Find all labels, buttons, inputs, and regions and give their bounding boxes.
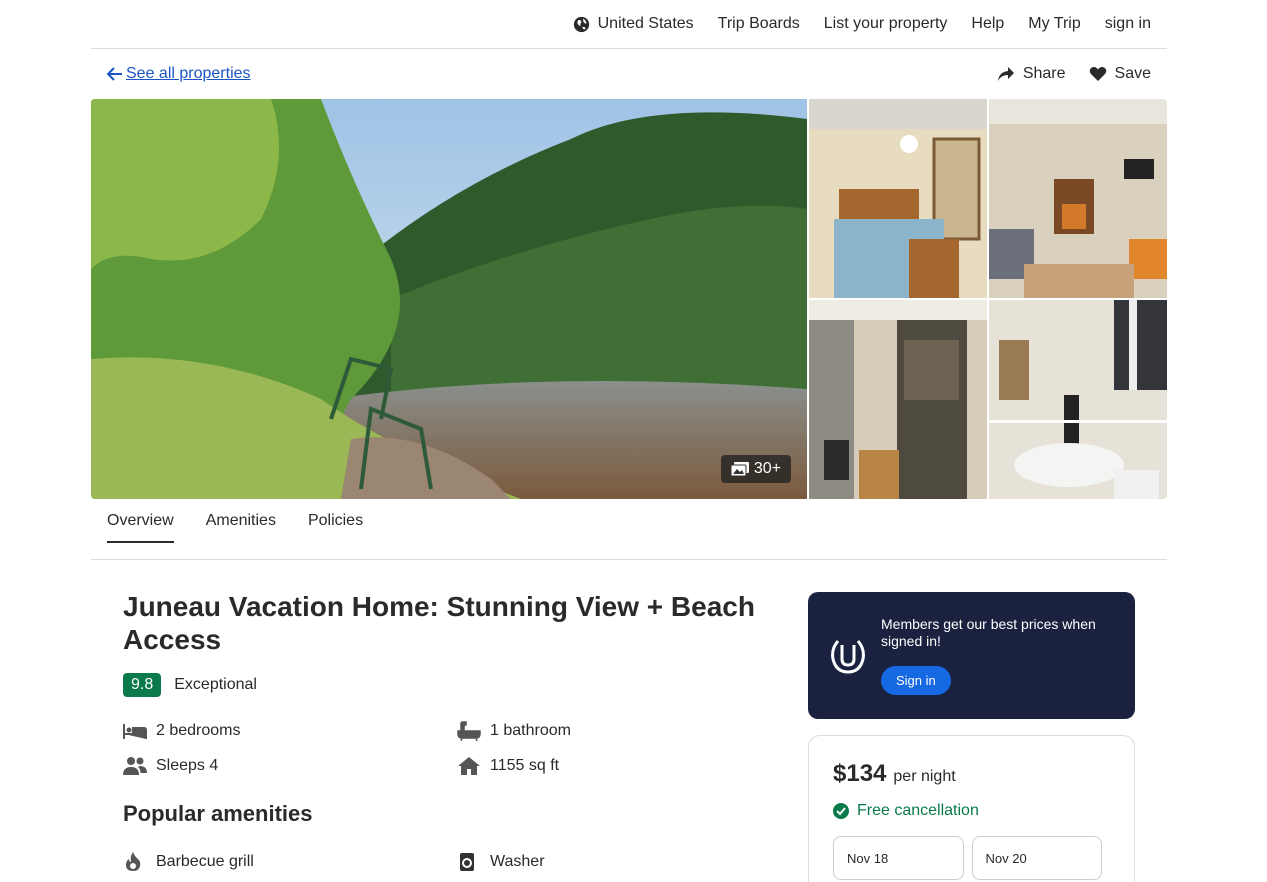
amenity-label: Washer [490, 853, 545, 870]
share-save-actions: Share Save [974, 65, 1151, 83]
region-label: United States [597, 15, 694, 32]
thumbnail-bathroom[interactable] [989, 300, 1167, 499]
promo-sign-in-button[interactable]: Sign in [881, 666, 951, 695]
globe-icon [573, 16, 589, 32]
heart-icon [1089, 67, 1106, 81]
amenity-washer: Washer [457, 851, 757, 873]
thumbnail-kitchen[interactable] [809, 300, 987, 499]
property-facts: 2 bedrooms 1 bathroom Sleeps 4 1155 sq f… [123, 720, 783, 777]
property-title: Juneau Vacation Home: Stunning View + Be… [123, 591, 755, 655]
fact-sleeps: Sleeps 4 [123, 755, 457, 777]
tab-policies[interactable]: Policies [308, 499, 363, 543]
cancellation-label: Free cancellation [857, 802, 979, 819]
main-photo-river[interactable]: 30+ [91, 99, 807, 499]
amenity-barbecue-grill: Barbecue grill [123, 851, 457, 873]
sign-in-link[interactable]: sign in [1105, 15, 1151, 33]
list-property-link[interactable]: List your property [824, 15, 948, 33]
photos-icon [730, 462, 749, 476]
nightly-price: $134 [833, 760, 887, 787]
check-out-date-field[interactable]: Nov 20 [971, 836, 1102, 880]
date-fields: Nov 18 Nov 20 [833, 836, 1110, 880]
top-navigation: United States Trip Boards List your prop… [91, 0, 1167, 49]
share-button[interactable]: Share [997, 65, 1066, 83]
photo-gallery: 30+ [91, 99, 1167, 499]
promo-text: Members get our best prices when signed … [881, 616, 1096, 649]
washer-icon [460, 853, 474, 871]
share-label: Share [1022, 65, 1066, 82]
trip-boards-link[interactable]: Trip Boards [718, 15, 800, 33]
thumbnail-living-room[interactable] [989, 99, 1167, 298]
save-label: Save [1114, 65, 1151, 82]
my-trip-link[interactable]: My Trip [1028, 15, 1080, 33]
fire-icon [126, 852, 141, 871]
free-cancellation: Free cancellation [833, 802, 1110, 820]
rating-row: 9.8 Exceptional [123, 673, 783, 697]
promo-body: Members get our best prices when signed … [881, 616, 1113, 695]
fact-area: 1155 sq ft [457, 755, 757, 777]
arrow-left-icon [107, 67, 122, 81]
booking-card: $134 per night Free cancellation Nov 18 … [808, 735, 1135, 882]
living-room-image [989, 99, 1167, 298]
popular-amenities-heading: Popular amenities [123, 801, 313, 826]
fact-bathrooms: 1 bathroom [457, 720, 757, 742]
thumbnail-bedroom[interactable] [809, 99, 987, 298]
region-selector[interactable]: United States [573, 15, 694, 33]
share-icon [997, 67, 1014, 81]
tab-amenities[interactable]: Amenities [206, 499, 276, 543]
bathtub-icon [457, 721, 481, 741]
popular-amenities-list: Barbecue grill Washer [123, 851, 783, 873]
photo-count-button[interactable]: 30+ [720, 455, 791, 483]
photo-count-label: 30+ [753, 460, 781, 477]
bathroom-image [989, 300, 1167, 499]
see-all-properties-link[interactable]: See all properties [107, 65, 251, 83]
check-circle-icon [833, 803, 849, 819]
check-in-date-field[interactable]: Nov 18 [833, 836, 964, 880]
rating-score-badge: 9.8 [123, 673, 162, 697]
kitchen-hutch-image [809, 300, 987, 499]
house-icon [458, 757, 480, 775]
price-unit: per night [893, 768, 956, 785]
area-label: 1155 sq ft [490, 757, 560, 774]
bedrooms-label: 2 bedrooms [156, 722, 241, 739]
bed-icon [123, 724, 147, 739]
tab-overview[interactable]: Overview [107, 499, 174, 543]
overview-section: Juneau Vacation Home: Stunning View + Be… [123, 590, 783, 873]
member-logo-icon [831, 639, 865, 674]
member-promo-card: Members get our best prices when signed … [808, 592, 1135, 719]
fact-bedrooms: 2 bedrooms [123, 720, 457, 742]
people-icon [123, 757, 147, 775]
help-link[interactable]: Help [971, 15, 1004, 33]
property-tabs: Overview Amenities Policies [91, 499, 1167, 560]
property-action-bar: See all properties Share Save [91, 49, 1167, 99]
save-button[interactable]: Save [1089, 65, 1151, 83]
bedroom-image [809, 99, 987, 298]
sleeps-label: Sleeps 4 [156, 757, 219, 774]
amenity-label: Barbecue grill [156, 853, 254, 870]
river-landscape-image [91, 99, 807, 499]
rating-label: Exceptional [174, 676, 257, 693]
bathrooms-label: 1 bathroom [490, 722, 571, 739]
back-link-label: See all properties [126, 65, 251, 82]
price-row: $134 per night [833, 760, 1110, 788]
